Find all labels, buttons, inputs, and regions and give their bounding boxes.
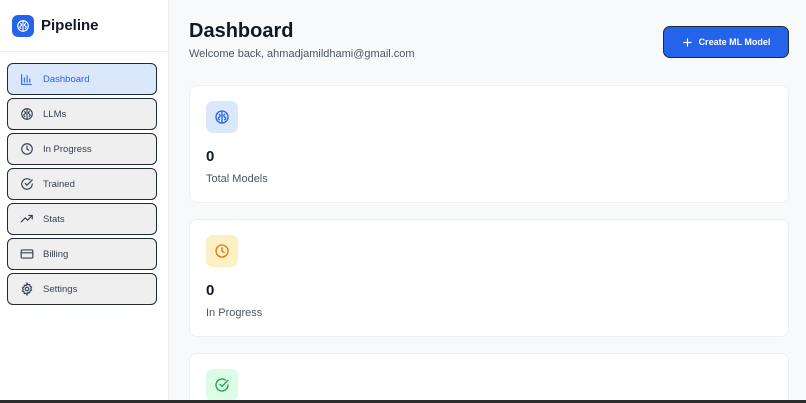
app: Pipeline Dashboard LLMs In Progress Trai… bbox=[0, 0, 806, 403]
plus-icon bbox=[682, 37, 693, 48]
sidebar-item-label: In Progress bbox=[43, 143, 92, 155]
brain-icon bbox=[19, 107, 34, 122]
stat-card-total-models: 0 Total Models bbox=[189, 85, 789, 203]
stat-label: In Progress bbox=[206, 307, 263, 319]
welcome-text: Welcome back, ahmadjamildhami@gmail.com bbox=[189, 48, 415, 60]
bar-chart-icon bbox=[19, 72, 34, 87]
sidebar-item-label: Settings bbox=[43, 283, 78, 295]
check-circle-icon bbox=[19, 177, 34, 192]
sidebar-item-label: Stats bbox=[43, 213, 65, 225]
trending-up-icon bbox=[19, 212, 34, 227]
sidebar-item-settings[interactable]: Settings bbox=[7, 273, 157, 305]
sidebar-item-label: Billing bbox=[43, 248, 69, 260]
stat-value: 0 bbox=[206, 148, 215, 165]
sidebar-item-trained[interactable]: Trained bbox=[7, 168, 157, 200]
sidebar-item-stats[interactable]: Stats bbox=[7, 203, 157, 235]
clock-icon bbox=[19, 142, 34, 157]
create-button-label: Create ML Model bbox=[698, 37, 771, 47]
sidebar-item-label: Dashboard bbox=[43, 73, 90, 85]
sidebar-item-label: LLMs bbox=[43, 108, 67, 120]
brain-icon bbox=[12, 14, 34, 37]
sidebar-item-label: Trained bbox=[43, 178, 75, 190]
clock-icon bbox=[206, 235, 238, 267]
sidebar-item-dashboard[interactable]: Dashboard bbox=[7, 63, 157, 95]
stat-card-trained bbox=[189, 353, 789, 403]
brand-name: Pipeline bbox=[41, 17, 99, 34]
sidebar-item-in-progress[interactable]: In Progress bbox=[7, 133, 157, 165]
brain-icon bbox=[206, 101, 238, 133]
sidebar-item-llms[interactable]: LLMs bbox=[7, 98, 157, 130]
main-content: Dashboard Welcome back, ahmadjamildhami@… bbox=[169, 0, 806, 403]
brand[interactable]: Pipeline bbox=[0, 0, 168, 52]
credit-card-icon bbox=[19, 247, 34, 262]
sidebar-nav: Dashboard LLMs In Progress Trained Stats… bbox=[7, 63, 157, 308]
page-title: Dashboard bbox=[189, 20, 294, 42]
create-ml-model-button[interactable]: Create ML Model bbox=[663, 26, 789, 58]
check-circle-icon bbox=[206, 369, 238, 401]
sidebar-item-billing[interactable]: Billing bbox=[7, 238, 157, 270]
sidebar: Pipeline Dashboard LLMs In Progress Trai… bbox=[0, 0, 169, 403]
stat-card-in-progress: 0 In Progress bbox=[189, 219, 789, 337]
stat-value: 0 bbox=[206, 282, 215, 299]
stat-label: Total Models bbox=[206, 173, 268, 185]
gear-icon bbox=[19, 282, 34, 297]
